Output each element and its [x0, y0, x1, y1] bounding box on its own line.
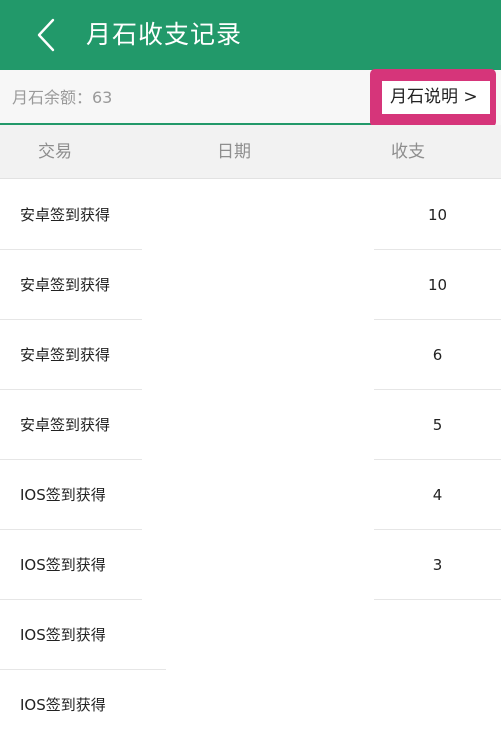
table-row: 安卓签到获得 10: [0, 180, 501, 250]
transaction-cell: IOS签到获得: [20, 486, 106, 504]
amount-cell: [374, 670, 501, 740]
transaction-cell: IOS签到获得: [20, 696, 106, 714]
transaction-cell: 安卓签到获得: [20, 346, 111, 364]
app-header: 月石收支记录: [0, 0, 501, 70]
back-button[interactable]: [28, 14, 64, 56]
table-row: 安卓签到获得 5: [0, 390, 501, 460]
table-row: 安卓签到获得 6: [0, 320, 501, 390]
table-header: 交易 日期 收支: [0, 125, 501, 179]
amount-cell: 3: [432, 556, 443, 574]
balance-text: 月石余额：63: [12, 88, 113, 107]
transaction-cell: 安卓签到获得: [20, 276, 111, 294]
column-header-transaction: 交易: [38, 142, 72, 162]
amount-cell: 6: [432, 346, 443, 364]
table-row: IOS签到获得: [0, 600, 501, 670]
table-row: IOS签到获得: [0, 670, 501, 740]
amount-cell: 10: [427, 206, 448, 224]
page-title: 月石收支记录: [86, 20, 243, 49]
column-header-date: 日期: [217, 142, 251, 162]
amount-cell: 10: [427, 276, 448, 294]
explain-highlight: 月石说明 >: [370, 69, 496, 127]
transaction-cell: 安卓签到获得: [20, 416, 111, 434]
explain-button[interactable]: 月石说明 >: [382, 81, 490, 114]
amount-cell: 5: [432, 416, 443, 434]
transaction-cell: IOS签到获得: [20, 626, 106, 644]
table-row: IOS签到获得 3: [0, 530, 501, 600]
chevron-left-icon: [37, 18, 55, 52]
amount-cell: 4: [432, 486, 443, 504]
amount-cell: [374, 600, 501, 670]
column-header-amount: 收支: [391, 142, 425, 162]
transaction-cell: 安卓签到获得: [20, 206, 111, 224]
transaction-cell: IOS签到获得: [20, 556, 106, 574]
table-row: IOS签到获得 4: [0, 460, 501, 530]
table-row: 安卓签到获得 10: [0, 250, 501, 320]
